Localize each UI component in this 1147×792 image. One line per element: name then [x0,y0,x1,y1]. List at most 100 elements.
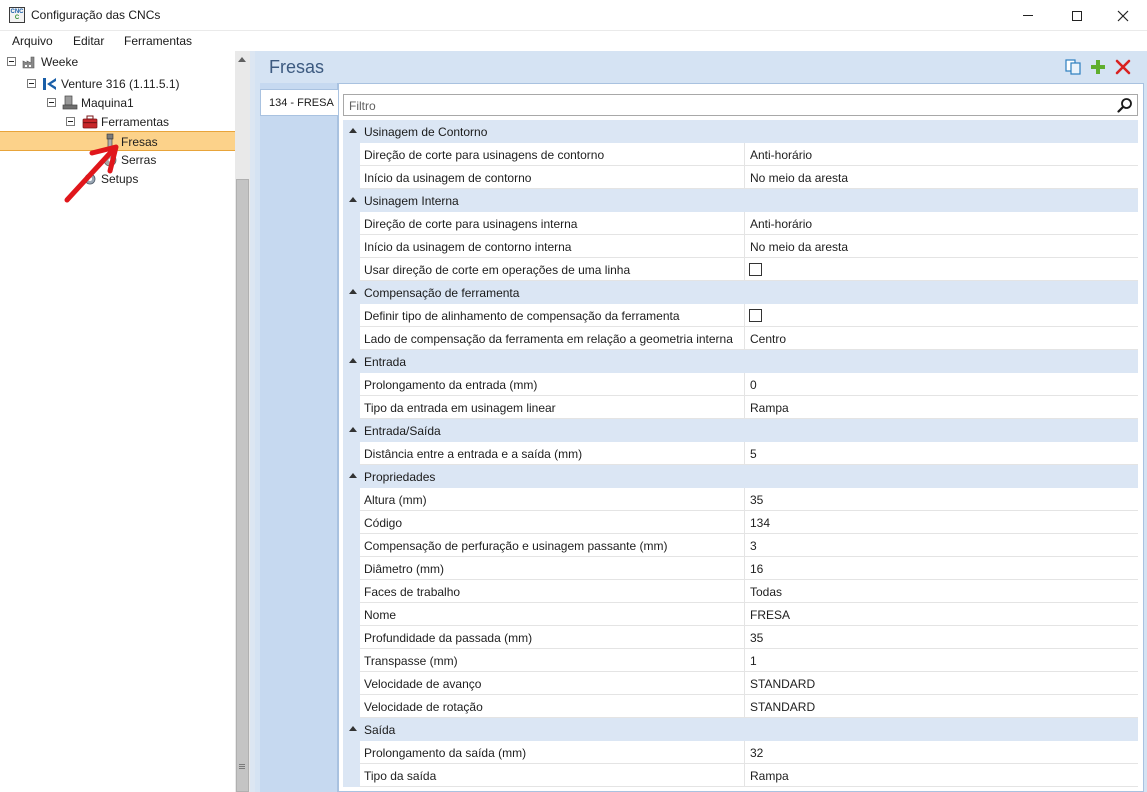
property-value[interactable]: STANDARD [745,695,1138,718]
tree-expander-ferramentas[interactable] [66,117,75,126]
row-gutter [343,511,360,534]
property-row[interactable]: Compensação de perfuração e usinagem pas… [343,534,1138,557]
property-value[interactable]: 1 [745,649,1138,672]
tree-item-ferramentas[interactable]: Ferramentas [101,115,169,129]
property-value[interactable]: STANDARD [745,672,1138,695]
property-row[interactable]: Velocidade de rotação STANDARD [343,695,1138,718]
property-value[interactable]: FRESA [745,603,1138,626]
search-icon[interactable] [1117,97,1133,113]
menu-arquivo[interactable]: Arquivo [12,34,53,48]
copy-icon [1065,59,1081,75]
tree-expander-venture[interactable] [27,79,36,88]
row-gutter [343,235,360,258]
property-row[interactable]: Faces de trabalho Todas [343,580,1138,603]
property-row[interactable]: Definir tipo de alinhamento de compensaç… [343,304,1138,327]
row-gutter [343,626,360,649]
collapse-arrow-icon[interactable] [349,427,357,432]
property-row[interactable]: Tipo da saída Rampa [343,764,1138,787]
property-row[interactable]: Lado de compensação da ferramenta em rel… [343,327,1138,350]
property-name: Código [360,511,745,534]
row-gutter [343,373,360,396]
filter-input[interactable]: Filtro [343,94,1138,116]
property-value[interactable] [745,304,1138,327]
category-row[interactable]: Entrada/Saída [343,419,1138,442]
property-name: Tipo da entrada em usinagem linear [360,396,745,419]
property-name: Lado de compensação da ferramenta em rel… [360,327,745,350]
tab-134-fresa[interactable]: 134 - FRESA [260,89,339,116]
property-row[interactable]: Usar direção de corte em operações de um… [343,258,1138,281]
property-value[interactable]: 35 [745,488,1138,511]
minimize-button[interactable] [1005,0,1051,31]
property-value[interactable]: Anti-horário [745,143,1138,166]
property-row[interactable]: Transpasse (mm) 1 [343,649,1138,672]
menu-ferramentas[interactable]: Ferramentas [124,34,192,48]
property-value[interactable]: No meio da aresta [745,166,1138,189]
tree-item-venture[interactable]: Venture 316 (1.11.5.1) [61,77,180,91]
property-value[interactable]: 134 [745,511,1138,534]
property-name: Diâmetro (mm) [360,557,745,580]
collapse-arrow-icon[interactable] [349,358,357,363]
tree-expander-weeke[interactable] [7,57,16,66]
category-row[interactable]: Usinagem Interna [343,189,1138,212]
close-button[interactable] [1100,0,1146,31]
property-value[interactable]: Rampa [745,396,1138,419]
property-row[interactable]: Velocidade de avanço STANDARD [343,672,1138,695]
category-row[interactable]: Propriedades [343,465,1138,488]
row-gutter [343,764,360,787]
property-row[interactable]: Profundidade da passada (mm) 35 [343,626,1138,649]
property-row[interactable]: Tipo da entrada em usinagem linear Rampa [343,396,1138,419]
property-row[interactable]: Código 134 [343,511,1138,534]
delete-button[interactable] [1114,58,1132,76]
property-row[interactable]: Altura (mm) 35 [343,488,1138,511]
property-row[interactable]: Diâmetro (mm) 16 [343,557,1138,580]
category-row[interactable]: Saída [343,718,1138,741]
scroll-thumb[interactable] [236,179,249,792]
property-value[interactable]: Anti-horário [745,212,1138,235]
scroll-up-icon[interactable] [238,57,246,62]
category-row[interactable]: Usinagem de Contorno [343,120,1138,143]
category-label: Usinagem de Contorno [364,125,488,139]
tree-item-weeke[interactable]: Weeke [41,55,78,69]
category-row[interactable]: Entrada [343,350,1138,373]
property-checkbox[interactable] [749,263,762,276]
scroll-grip-icon [239,764,245,770]
property-row[interactable]: Nome FRESA [343,603,1138,626]
property-row[interactable]: Direção de corte para usinagens interna A… [343,212,1138,235]
property-value[interactable] [745,258,1138,281]
property-name: Usar direção de corte em operações de um… [360,258,745,281]
property-value[interactable]: 35 [745,626,1138,649]
copy-button[interactable] [1064,58,1082,76]
property-value[interactable]: 0 [745,373,1138,396]
collapse-arrow-icon[interactable] [349,289,357,294]
property-value[interactable]: 32 [745,741,1138,764]
property-row[interactable]: Prolongamento da saída (mm) 32 [343,741,1138,764]
tree-panel: Weeke Venture 316 (1.11.5.1) Maquina1 Fe… [0,51,235,792]
maximize-button[interactable] [1054,0,1100,31]
property-row[interactable]: Início da usinagem de contorno interna No… [343,235,1138,258]
collapse-arrow-icon[interactable] [349,726,357,731]
collapse-arrow-icon[interactable] [349,197,357,202]
tree-item-maquina1[interactable]: Maquina1 [81,96,134,110]
tree-scrollbar[interactable] [235,51,250,792]
collapse-arrow-icon[interactable] [349,473,357,478]
property-value[interactable]: No meio da aresta [745,235,1138,258]
maximize-icon [1072,10,1082,21]
property-value[interactable]: 3 [745,534,1138,557]
property-value[interactable]: Todas [745,580,1138,603]
property-checkbox[interactable] [749,309,762,322]
property-row[interactable]: Prolongamento da entrada (mm) 0 [343,373,1138,396]
property-value[interactable]: 5 [745,442,1138,465]
collapse-arrow-icon[interactable] [349,128,357,133]
property-value[interactable]: 16 [745,557,1138,580]
menu-editar[interactable]: Editar [73,34,104,48]
category-row[interactable]: Compensação de ferramenta [343,281,1138,304]
add-button[interactable] [1089,58,1107,76]
property-value[interactable]: Centro [745,327,1138,350]
property-row[interactable]: Início da usinagem de contorno No meio da… [343,166,1138,189]
property-value[interactable]: Rampa [745,764,1138,787]
property-row[interactable]: Direção de corte para usinagens de conto… [343,143,1138,166]
row-gutter [343,488,360,511]
row-gutter [343,672,360,695]
property-row[interactable]: Distância entre a entrada e a saída (mm)… [343,442,1138,465]
tree-expander-maquina[interactable] [47,98,56,107]
